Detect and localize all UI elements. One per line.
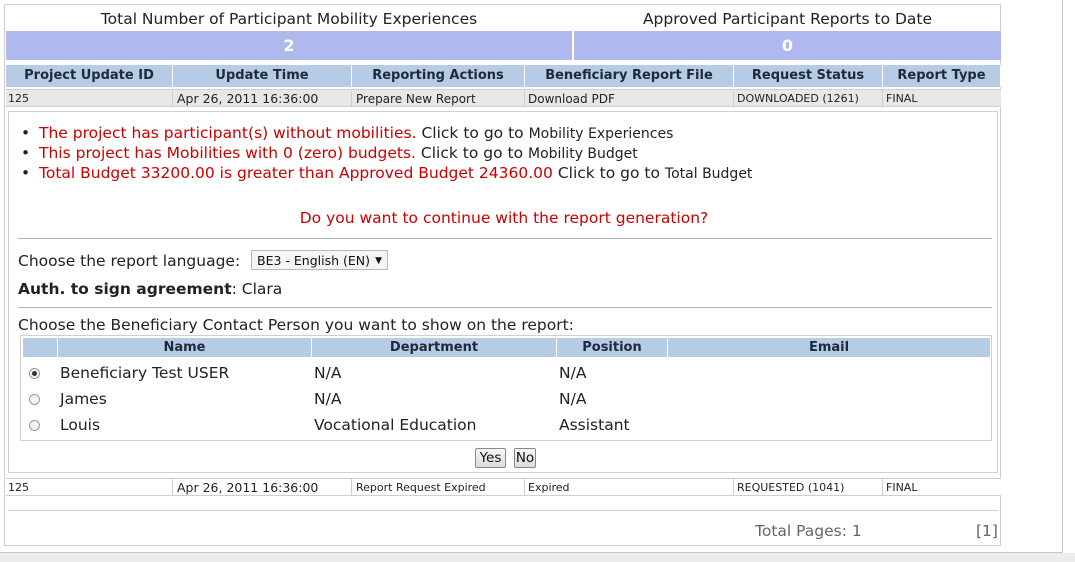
auth-sign-agreement: Auth. to sign agreement: Clara (18, 280, 282, 298)
col-email: Email (668, 338, 990, 357)
warning-link-text: Click to go to (557, 164, 660, 182)
contact-department: N/A (314, 390, 342, 408)
row2-report-type: FINAL (883, 478, 1001, 496)
continue-question: Do you want to continue with the report … (299, 209, 709, 227)
approved-reports-label: Approved Participant Reports to Date (642, 10, 933, 28)
contact-radio-louis[interactable] (29, 420, 40, 431)
bullet-icon: • (21, 144, 31, 162)
chevron-down-icon: ▼ (375, 256, 382, 266)
row2-update-time: Apr 26, 2011 16:36:00 (173, 478, 352, 496)
warning-text: This project has Mobilities with 0 (zero… (39, 144, 416, 162)
warning-text: Total Budget 33200.00 is greater than Ap… (39, 164, 553, 182)
page-frame: Total Number of Participant Mobility Exp… (0, 0, 1063, 553)
col-position: Position (557, 338, 668, 357)
contact-position: Assistant (559, 416, 630, 434)
contact-name: Louis (60, 416, 101, 434)
contact-department: Vocational Education (314, 416, 477, 434)
row2-request-status: REQUESTED (1041) (734, 478, 883, 496)
row2-reporting-action: Report Request Expired (352, 478, 525, 496)
row2-report-file: Expired (525, 478, 734, 496)
row1-update-id: 125 (6, 89, 173, 107)
col-update-time: Update Time (173, 65, 352, 87)
contact-person-label: Choose the Beneficiary Contact Person yo… (18, 316, 574, 334)
report-language-value: BE3 - English (EN) (257, 253, 370, 268)
reports-container: Total Number of Participant Mobility Exp… (4, 4, 1001, 546)
mobility-budget-link[interactable]: Mobility Budget (528, 146, 638, 162)
col-beneficiary-report-file: Beneficiary Report File (525, 65, 734, 87)
auth-value: : Clara (231, 280, 283, 298)
row1-report-type: FINAL (883, 89, 1001, 107)
col-radio (23, 338, 58, 357)
total-budget-link[interactable]: Total Budget (665, 166, 753, 182)
report-language-select[interactable]: BE3 - English (EN) ▼ (251, 250, 388, 270)
total-pages: Total Pages: 1 (755, 522, 862, 540)
participants-count-value: 2 (6, 31, 572, 60)
report-confirmation-panel: • The project has participant(s) without… (8, 111, 998, 473)
contact-name: Beneficiary Test USER (60, 364, 230, 382)
row1-request-status: DOWNLOADED (1261) (734, 89, 883, 107)
col-name: Name (58, 338, 312, 357)
window-margin (1063, 0, 1075, 553)
col-report-type: Report Type (883, 65, 1001, 87)
contact-position: N/A (559, 390, 587, 408)
warning-text: The project has participant(s) without m… (39, 124, 417, 142)
col-department: Department (312, 338, 557, 357)
page-index-link[interactable]: [1] (976, 522, 998, 540)
auth-label: Auth. to sign agreement (18, 280, 232, 298)
yes-button[interactable]: Yes (475, 448, 506, 468)
footer-divider (8, 510, 998, 511)
divider (18, 238, 992, 239)
prepare-new-report-link[interactable]: Prepare New Report (352, 89, 525, 107)
warning-link-text: Click to go to (420, 144, 524, 162)
bullet-icon: • (21, 124, 31, 142)
approved-reports-value: 0 (574, 31, 1001, 60)
row1-update-time: Apr 26, 2011 16:36:00 (173, 89, 352, 107)
warning-item: • This project has Mobilities with 0 (ze… (21, 144, 638, 162)
contact-name: James (60, 390, 107, 408)
warning-item: • The project has participant(s) without… (21, 124, 674, 142)
download-pdf-link[interactable]: Download PDF (525, 89, 734, 107)
contact-person-table: Name Department Position Email Beneficia… (20, 335, 992, 441)
row2-update-id: 125 (6, 478, 173, 496)
participants-count-label: Total Number of Participant Mobility Exp… (100, 10, 478, 28)
warning-item: • Total Budget 33200.00 is greater than … (21, 164, 753, 182)
no-button[interactable]: No (514, 448, 536, 468)
contact-radio-beneficiary[interactable] (29, 368, 40, 379)
report-language-label: Choose the report language: (18, 252, 241, 270)
contact-position: N/A (559, 364, 587, 382)
mobility-experiences-link[interactable]: Mobility Experiences (529, 126, 674, 142)
window-bottom-edge (0, 553, 1075, 562)
bullet-icon: • (21, 164, 31, 182)
col-request-status: Request Status (734, 65, 883, 87)
col-project-update-id: Project Update ID (6, 65, 173, 87)
contact-radio-james[interactable] (29, 394, 40, 405)
contact-department: N/A (314, 364, 342, 382)
warning-link-text: Click to go to (421, 124, 524, 142)
divider (18, 307, 992, 308)
col-reporting-actions: Reporting Actions (352, 65, 525, 87)
